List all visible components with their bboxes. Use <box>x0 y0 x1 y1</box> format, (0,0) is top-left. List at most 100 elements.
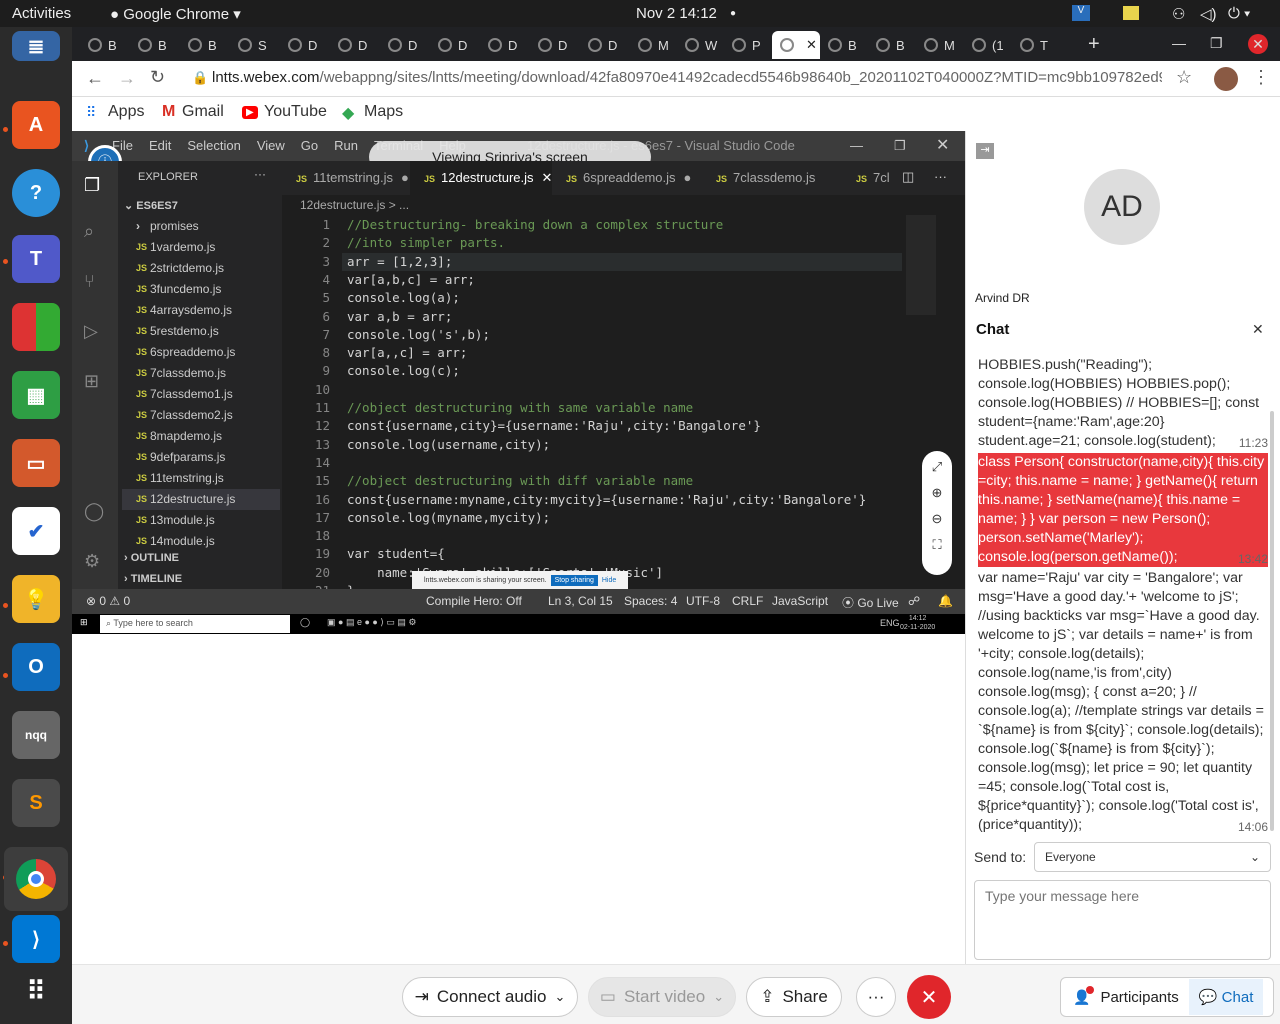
nqq-icon[interactable]: nqq <box>12 711 60 759</box>
editor-more-icon[interactable]: ··· <box>934 169 947 184</box>
activities-button[interactable]: Activities <box>12 5 71 22</box>
outlook-icon[interactable]: O <box>12 643 60 691</box>
profile-avatar[interactable] <box>1214 67 1238 91</box>
explorer-file[interactable]: JS 7classdemo1.js <box>122 384 280 405</box>
windows-start-icon[interactable]: ⊞ <box>80 617 88 628</box>
encoding[interactable]: UTF-8 <box>686 594 720 608</box>
windows-search-box[interactable]: ⌕ Type here to search <box>100 615 290 633</box>
browser-tab[interactable]: B <box>180 31 226 59</box>
chrome-menu-icon[interactable]: ⋮ <box>1252 67 1270 88</box>
zoom-out-icon[interactable]: ⊖ <box>922 511 952 527</box>
chat-scrollbar[interactable] <box>1270 411 1274 831</box>
collapse-panel-icon[interactable]: ⇥ <box>976 143 994 159</box>
teams-icon[interactable]: T <box>12 235 60 283</box>
fit-icon[interactable]: ⛶ <box>922 537 952 553</box>
expand-icon[interactable]: ⤢ <box>922 459 952 475</box>
breadcrumb[interactable]: 12destructure.js > ... <box>300 198 409 212</box>
close-window-icon[interactable]: ✕ <box>1248 34 1268 54</box>
chat-messages[interactable]: HOBBIES.push("Reading"); console.log(HOB… <box>978 356 1268 838</box>
bookmark-star-icon[interactable]: ☆ <box>1176 67 1192 88</box>
back-icon[interactable]: ← <box>86 68 104 89</box>
app-menu[interactable]: ● Google Chrome ▾ <box>110 5 241 23</box>
editor-tab[interactable]: JS 7cl <box>842 161 890 195</box>
explorer-file[interactable]: JS 7classdemo2.js <box>122 405 280 426</box>
browser-tab[interactable]: D <box>580 31 626 59</box>
menu-selection[interactable]: Selection <box>187 138 240 153</box>
browser-tab[interactable]: ✕ <box>772 31 820 59</box>
address-bar[interactable]: lntts.webex.com/webappng/sites/lntts/mee… <box>212 69 1162 86</box>
taskbar-icons[interactable]: ▣ ● ▤ e ● ● ⟩ ▭ ▤ ⚙ <box>327 617 416 628</box>
files-icon[interactable]: ❐ <box>84 175 100 196</box>
chrome-icon[interactable] <box>4 847 68 911</box>
power-icon[interactable]: ⏻ ▾ <box>1228 5 1250 22</box>
participants-button[interactable]: Participants <box>1100 989 1178 1006</box>
new-tab-button[interactable]: + <box>1088 33 1100 56</box>
menu-edit[interactable]: Edit <box>149 138 171 153</box>
document-viewer-icon[interactable]: ≣ <box>12 31 60 61</box>
browser-tab[interactable]: P <box>724 31 770 59</box>
show-apps-icon[interactable]: ⠿ <box>12 967 60 1015</box>
explorer-file[interactable]: JS 12destructure.js <box>122 489 280 510</box>
chevron-down-icon[interactable]: ⌄ <box>713 989 724 1005</box>
timeline-section[interactable]: › TIMELINE <box>124 573 182 585</box>
bookmark-gmail[interactable]: Gmail <box>182 103 224 121</box>
close-tab-icon[interactable]: ✕ <box>542 170 553 185</box>
zoom-in-icon[interactable]: ⊕ <box>922 485 952 501</box>
office-suite-icon[interactable] <box>12 303 60 351</box>
browser-tab[interactable]: B <box>80 31 126 59</box>
code-editor[interactable]: 12destructure.js > ... 1 //Destructuring-… <box>282 195 965 598</box>
explorer-file[interactable]: JS 14module.js <box>122 531 280 552</box>
more-options-button[interactable]: ··· <box>856 977 896 1017</box>
search-icon[interactable]: ⌕ <box>84 221 94 242</box>
minimap[interactable] <box>906 215 936 315</box>
explorer-file[interactable]: JS 6spreaddemo.js <box>122 342 280 363</box>
browser-tab[interactable]: B <box>130 31 176 59</box>
browser-tab[interactable]: M <box>916 31 962 59</box>
task-view-icon[interactable]: ◯ <box>300 617 310 628</box>
restore-icon[interactable]: ❐ <box>894 138 906 154</box>
menu-run[interactable]: Run <box>334 138 358 153</box>
run-debug-icon[interactable]: ▷ <box>84 321 98 342</box>
explorer-file[interactable]: JS 5restdemo.js <box>122 321 280 342</box>
compile-hero-status[interactable]: Compile Hero: Off <box>426 594 522 608</box>
explorer-file[interactable]: JS 13module.js <box>122 510 280 531</box>
sublime-icon[interactable]: S <box>12 779 60 827</box>
restore-icon[interactable]: ❐ <box>1210 35 1223 52</box>
notes-indicator-icon[interactable] <box>1123 6 1139 20</box>
explorer-file[interactable]: JS 11temstring.js <box>122 468 280 489</box>
outline-section[interactable]: › OUTLINE <box>124 552 179 564</box>
bookmark-maps[interactable]: Maps <box>364 103 403 121</box>
explorer-file[interactable]: JS 1vardemo.js <box>122 237 280 258</box>
browser-tab[interactable]: B <box>868 31 914 59</box>
hide-button[interactable]: Hide <box>602 577 616 584</box>
clock[interactable]: Nov 2 14:12 <box>636 5 717 22</box>
browser-tab[interactable]: D <box>280 31 326 59</box>
editor-tab[interactable]: JS 7classdemo.js <box>702 161 815 195</box>
browser-tab[interactable]: D <box>530 31 576 59</box>
browser-tab[interactable]: S <box>230 31 276 59</box>
explorer-file[interactable]: JS 2strictdemo.js <box>122 258 280 279</box>
vscode-icon[interactable]: ⟩ <box>12 915 60 963</box>
editor-tab[interactable]: JS 11temstring.js ● <box>282 161 409 195</box>
cursor-position[interactable]: Ln 3, Col 15 <box>548 594 613 608</box>
lock-icon[interactable]: 🔒 <box>192 70 208 86</box>
unsaved-dot-icon[interactable]: ● <box>401 170 409 185</box>
explorer-file[interactable]: JS 9defparams.js <box>122 447 280 468</box>
browser-tab[interactable]: D <box>480 31 526 59</box>
explorer-file[interactable]: JS 8mapdemo.js <box>122 426 280 447</box>
browser-tab[interactable]: B <box>820 31 866 59</box>
bulb-icon[interactable]: 💡 <box>12 575 60 623</box>
browser-tab[interactable]: W <box>677 31 723 59</box>
split-editor-icon[interactable]: ◫ <box>902 169 914 185</box>
chevron-down-icon[interactable]: ⌄ <box>554 989 565 1005</box>
help-icon[interactable]: ? <box>12 169 60 217</box>
indent-setting[interactable]: Spaces: 4 <box>624 594 677 608</box>
share-button[interactable]: ⇪ Share <box>746 977 842 1017</box>
close-chat-icon[interactable]: ✕ <box>1252 321 1264 338</box>
stop-sharing-button[interactable]: Stop sharing <box>550 574 598 586</box>
chat-message[interactable]: var name='Raju' var city = 'Bangalore'; … <box>978 569 1268 835</box>
feedback-icon[interactable]: ☍ <box>908 594 920 608</box>
extensions-icon[interactable]: ⊞ <box>84 371 99 392</box>
chat-toggle-button[interactable]: 💬 Chat <box>1188 979 1264 1015</box>
impress-icon[interactable]: ▭ <box>12 439 60 487</box>
